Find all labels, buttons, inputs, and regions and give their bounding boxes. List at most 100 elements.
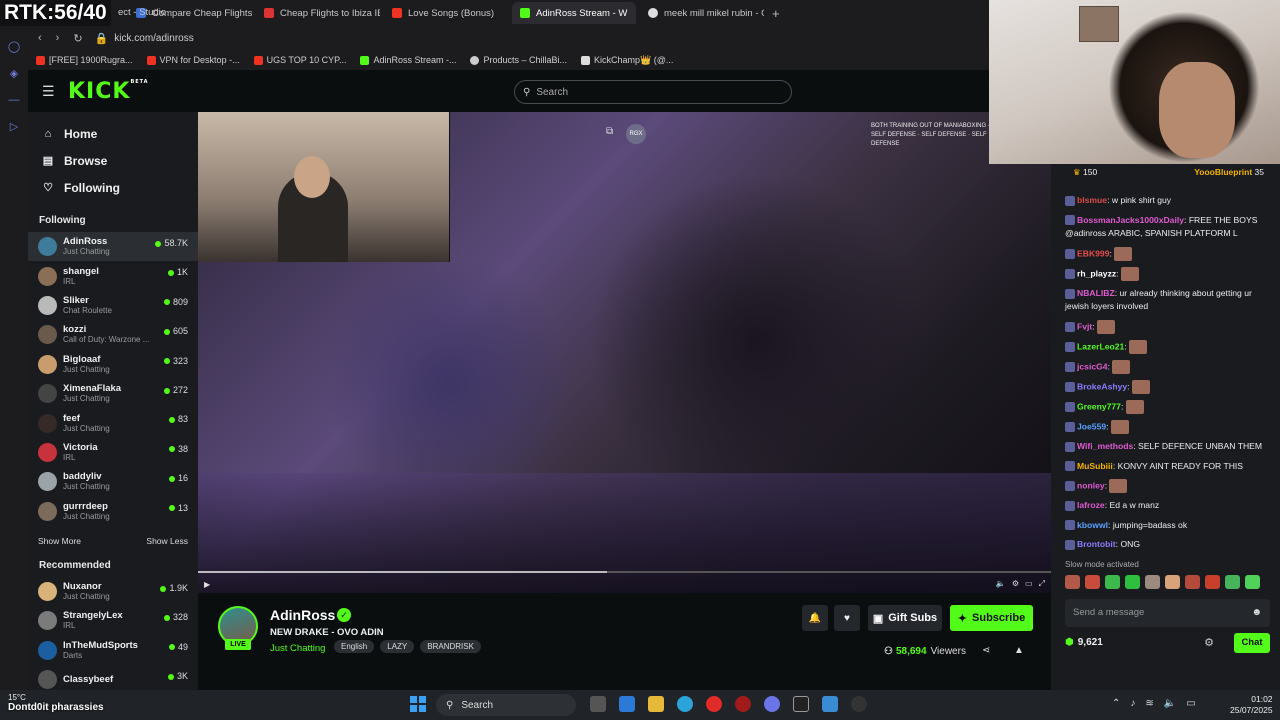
bookmark[interactable]: VPN for Desktop -... <box>146 55 240 65</box>
emote-icon[interactable] <box>1065 574 1080 589</box>
weather-widget[interactable]: 15°C Dontd0it pharassies <box>8 693 104 713</box>
tab-active[interactable]: AdinRoss Stream - W <box>512 2 636 24</box>
follow-button[interactable]: ♥ <box>834 605 860 631</box>
chat-username[interactable]: nonley <box>1077 480 1105 490</box>
chat-username[interactable]: jcsicG4 <box>1077 361 1108 371</box>
chat-username[interactable]: MuSubiii <box>1077 461 1113 471</box>
channel-item[interactable]: Nuxanor Just Chatting 1.9K <box>28 577 198 606</box>
obs-icon[interactable] <box>851 696 867 712</box>
chat-username[interactable]: kbowwl <box>1077 520 1108 530</box>
folder-icon[interactable] <box>648 696 664 712</box>
category-link[interactable]: Just Chatting <box>270 643 325 654</box>
chat-username[interactable]: BossmanJacks1000xDaily <box>1077 215 1184 225</box>
chat-input[interactable]: Send a message ☻ <box>1065 598 1270 627</box>
settings-icon[interactable]: ⚙ <box>1012 579 1019 588</box>
share-icon[interactable]: ⋖ <box>982 645 990 656</box>
bookmark[interactable]: AdinRoss Stream -... <box>360 55 456 65</box>
channel-item[interactable]: StrangelyLex IRL 328 <box>28 606 198 635</box>
chat-send-button[interactable]: Chat <box>1234 632 1270 653</box>
channel-item[interactable]: kozzi Call of Duty: Warzone ... 605 <box>28 320 198 349</box>
tab-1[interactable]: Cheap Flights to Ibiza IBZ <box>256 2 380 24</box>
report-icon[interactable]: ▲ <box>1014 645 1024 656</box>
search-input[interactable]: ⚲ Search <box>514 80 792 104</box>
rail-icon[interactable]: ◯ <box>0 40 28 53</box>
mic-icon[interactable]: ♪ <box>1130 698 1135 709</box>
channel-item[interactable]: InTheMudSports Darts 49 <box>28 636 198 665</box>
show-less-button[interactable]: Show Less <box>146 536 188 546</box>
edge-icon[interactable] <box>677 696 693 712</box>
channel-item[interactable]: XimenaFlaka Just Chatting 272 <box>28 379 198 408</box>
chat-username[interactable]: BrokeAshyy <box>1077 381 1127 391</box>
channel-item[interactable]: Victoria IRL 38 <box>28 438 198 467</box>
bookmark[interactable]: [FREE] 1900Rugra... <box>36 55 133 65</box>
nav-home[interactable]: ⌂ Home <box>28 120 198 147</box>
discord-icon[interactable] <box>764 696 780 712</box>
emote-icon[interactable] <box>1145 574 1160 589</box>
task-view-icon[interactable] <box>590 696 606 712</box>
notepad-icon[interactable] <box>822 696 838 712</box>
reload-icon[interactable]: ↻ <box>73 32 82 45</box>
streamer-name[interactable]: AdinRoss <box>270 607 335 623</box>
chat-username[interactable]: rh_playzz <box>1077 268 1116 278</box>
volume-icon[interactable]: 🔈 <box>1164 698 1176 709</box>
play-icon[interactable]: ▶ <box>204 580 210 589</box>
forward-icon[interactable]: › <box>56 32 60 44</box>
show-more-button[interactable]: Show More <box>38 536 81 546</box>
channel-item[interactable]: Classybeef 3K <box>28 665 198 690</box>
chat-username[interactable]: Joe559 <box>1077 421 1106 431</box>
emote-icon[interactable] <box>1185 574 1200 589</box>
emoji-icon[interactable]: ☻ <box>1251 607 1262 618</box>
chat-username[interactable]: LazerLeo21 <box>1077 341 1124 351</box>
tag[interactable]: English <box>334 640 375 653</box>
emote-icon[interactable] <box>1165 574 1180 589</box>
bookmark[interactable]: KickChamp👑 (@... <box>581 55 673 66</box>
tag[interactable]: LAZY <box>380 640 415 653</box>
bookmark[interactable]: Products – ChillaBi... <box>470 55 567 65</box>
subscribe-button[interactable]: ✦ Subscribe <box>950 605 1033 631</box>
emote-icon[interactable] <box>1085 574 1100 589</box>
rail-icon[interactable]: ◈ <box>0 67 28 80</box>
emote-icon[interactable] <box>1225 574 1240 589</box>
chat-username[interactable]: Greeny777 <box>1077 401 1121 411</box>
wifi-icon[interactable]: ≋ <box>1145 698 1153 709</box>
tag[interactable]: BRANDRISK <box>420 640 481 653</box>
chat-username[interactable]: EBK999 <box>1077 248 1109 258</box>
rail-icon[interactable]: ▷ <box>0 120 28 133</box>
chat-username[interactable]: Wifi_methods <box>1077 441 1133 451</box>
notification-bell-button[interactable]: 🔔 <box>802 605 828 631</box>
nav-following[interactable]: ♡ Following <box>28 174 198 201</box>
new-tab-icon[interactable]: + <box>772 6 780 21</box>
emote-icon[interactable] <box>1205 574 1220 589</box>
bookmark[interactable]: UGS TOP 10 CYP... <box>253 55 346 65</box>
channel-item[interactable]: AdinRoss Just Chatting 58.7K <box>28 232 198 262</box>
rail-icon[interactable]: — <box>0 94 28 106</box>
url-text[interactable]: kick.com/adinross <box>114 33 193 44</box>
chat-username[interactable]: Fvjt <box>1077 321 1092 331</box>
volume-icon[interactable]: 🔈 <box>996 579 1006 588</box>
theater-icon[interactable]: ▭ <box>1025 579 1033 588</box>
fullscreen-icon[interactable]: ⤢ <box>1039 579 1045 588</box>
kick-logo[interactable]: KICKBETA <box>68 79 149 104</box>
menu-icon[interactable]: ☰ <box>42 83 55 100</box>
chat-username[interactable]: blsmue <box>1077 195 1107 205</box>
opera-icon[interactable] <box>706 696 722 712</box>
progress-bar[interactable] <box>198 571 1051 573</box>
chevron-up-icon[interactable]: ⌃ <box>1112 698 1120 709</box>
chat-username[interactable]: NBALIBZ <box>1077 288 1115 298</box>
start-icon[interactable] <box>410 696 426 712</box>
taskbar-search[interactable]: ⚲ Search <box>436 694 576 716</box>
back-icon[interactable]: ‹ <box>38 32 42 44</box>
video-player[interactable]: ⧉ RGX BOTH TRAINING OUT OF MANIABOXING ·… <box>198 112 1051 593</box>
battery-icon[interactable]: ▭ <box>1186 698 1195 709</box>
nav-browse[interactable]: ▤ Browse <box>28 147 198 174</box>
chat-username[interactable]: Brontobit <box>1077 539 1116 549</box>
channel-item[interactable]: Sliker Chat Roulette 809 <box>28 291 198 320</box>
tab-4[interactable]: meek mill mikel rubin - G <box>640 2 764 24</box>
store-icon[interactable] <box>619 696 635 712</box>
pip-icon[interactable]: ⧉ <box>606 126 613 137</box>
gift-subs-button[interactable]: ▣ Gift Subs <box>868 605 942 631</box>
app-icon[interactable] <box>735 696 751 712</box>
channel-item[interactable]: shangel IRL 1K <box>28 261 198 290</box>
emote-icon[interactable] <box>1125 574 1140 589</box>
channel-points[interactable]: 9,621 <box>1078 637 1103 648</box>
